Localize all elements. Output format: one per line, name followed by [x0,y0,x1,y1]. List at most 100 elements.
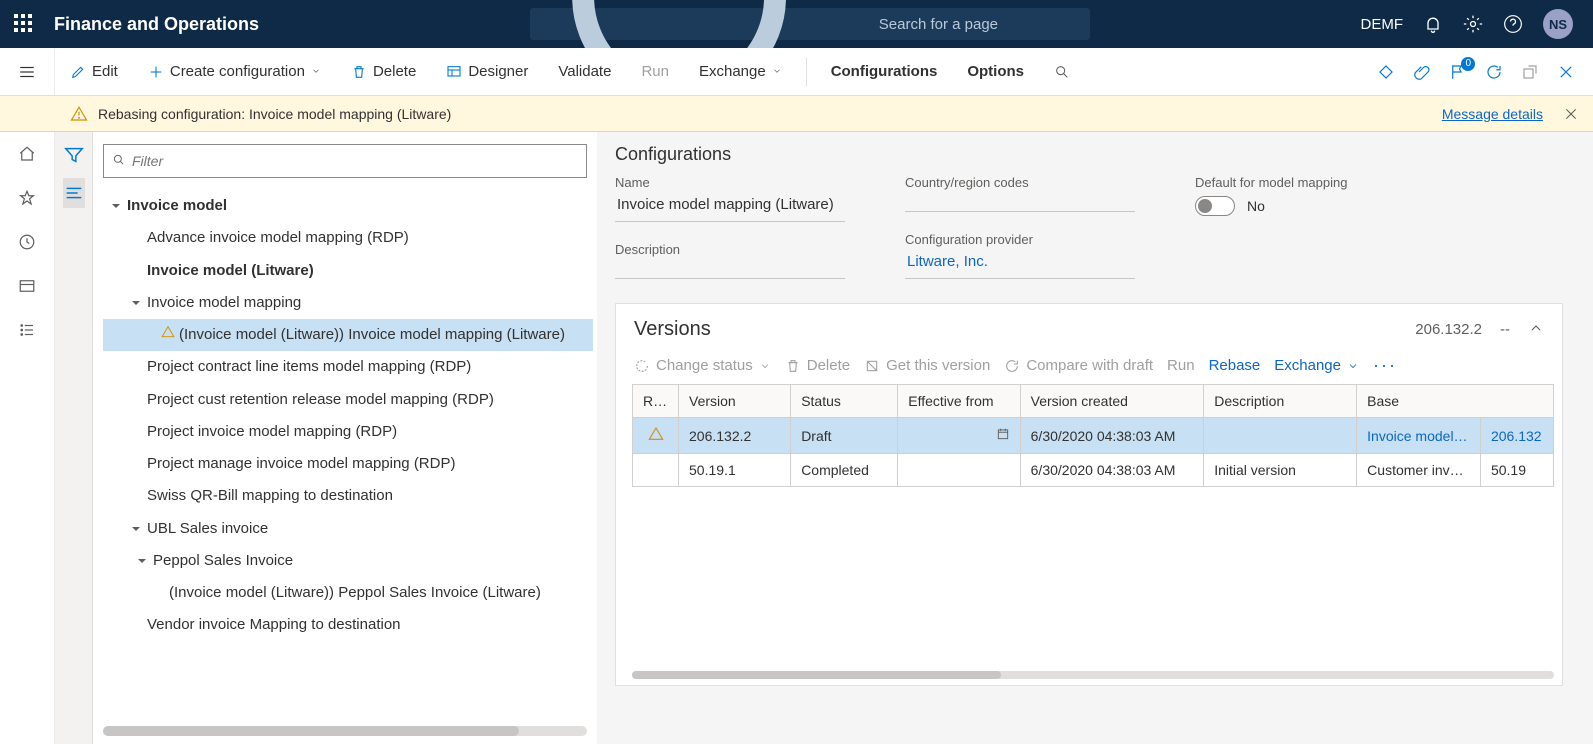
tree-node[interactable]: Project cust retention release model map… [103,384,593,416]
description-value[interactable] [615,257,845,279]
company-code[interactable]: DEMF [1360,16,1403,33]
app-header: Finance and Operations DEMF NS [0,0,1593,48]
rebase-label: Rebase [1209,357,1261,374]
refresh-icon[interactable] [1485,63,1503,81]
tree-label: (Invoice model (Litware)) Invoice model … [179,319,565,351]
close-page-icon[interactable] [1557,63,1575,81]
tree-node-ubl[interactable]: UBL Sales invoice [103,513,593,545]
cell-base-num[interactable]: 206.132 [1480,418,1553,454]
tree-node[interactable]: Invoice model (Litware) [103,255,593,287]
provider-value[interactable]: Litware, Inc. [905,247,1135,279]
paperclip-icon[interactable] [1413,63,1431,81]
gear-icon[interactable] [1463,14,1483,34]
nav-hamburger[interactable] [0,48,55,96]
tree-label: Peppol Sales Invoice [153,545,293,577]
tree-node-invoice-model-mapping[interactable]: Invoice model mapping [103,287,593,319]
tree-horizontal-scrollbar[interactable] [103,726,587,736]
col-r[interactable]: R… [633,385,679,418]
tree-label: Project manage invoice model mapping (RD… [147,448,455,480]
rebase-button[interactable]: Rebase [1209,357,1261,374]
compare-label: Compare with draft [1026,357,1153,374]
tree-node-invoice-model[interactable]: Invoice model [103,190,593,222]
recent-icon[interactable] [0,220,54,264]
search-input[interactable] [879,16,1078,33]
waffle-icon[interactable] [14,14,34,34]
cell-created: 6/30/2020 04:38:03 AM [1020,418,1204,454]
diamond-icon[interactable] [1377,63,1395,81]
cell-base: Customer inv… [1357,454,1481,487]
star-icon[interactable] [0,176,54,220]
row-warning-icon [633,418,679,454]
tree-node-peppol[interactable]: Peppol Sales Invoice [103,545,593,577]
configurations-tab[interactable]: Configurations [821,57,948,86]
row-warning-icon [633,454,679,487]
options-tab[interactable]: Options [957,57,1034,86]
versions-exchange-button[interactable]: Exchange [1274,357,1359,374]
col-base[interactable]: Base [1357,385,1554,418]
tree-lines-icon[interactable] [63,178,85,208]
tree-node[interactable]: Advance invoice model mapping (RDP) [103,222,593,254]
tree-node[interactable]: Project contract line items model mappin… [103,351,593,383]
designer-label: Designer [468,63,528,80]
versions-panel: Versions 206.132.2 -- Change status Dele… [615,303,1563,686]
popout-icon[interactable] [1521,63,1539,81]
tree-pane: Invoice model Advance invoice model mapp… [55,132,597,744]
bell-icon[interactable] [1423,14,1443,34]
validate-button[interactable]: Validate [548,57,621,86]
col-effective[interactable]: Effective from [898,385,1020,418]
edit-label: Edit [92,63,118,80]
col-description[interactable]: Description [1204,385,1357,418]
warning-icon [161,319,175,351]
run-button: Run [631,57,679,86]
help-icon[interactable] [1503,14,1523,34]
tree-node[interactable]: Project manage invoice model mapping (RD… [103,448,593,480]
table-row[interactable]: 50.19.1 Completed 6/30/2020 04:38:03 AM … [633,454,1554,487]
message-details-link[interactable]: Message details [1442,106,1543,122]
flag-icon[interactable]: 0 [1449,63,1467,81]
filter-input[interactable] [132,153,578,169]
caret-down-icon [129,523,143,535]
create-configuration-button[interactable]: Create configuration [138,57,331,86]
table-horizontal-scrollbar[interactable] [632,671,1554,679]
workspaces-icon[interactable] [0,264,54,308]
user-avatar[interactable]: NS [1543,9,1573,39]
funnel-icon[interactable] [63,140,85,170]
versions-title: Versions [634,318,711,341]
table-row[interactable]: 206.132.2 Draft 6/30/2020 04:38:03 AM In… [633,418,1554,454]
tree-label: Invoice model mapping [147,287,301,319]
chevron-up-icon[interactable] [1528,320,1544,340]
user-initials: NS [1549,17,1567,32]
tree-node[interactable]: Project invoice model mapping (RDP) [103,416,593,448]
default-mapping-toggle[interactable] [1195,196,1235,216]
designer-button[interactable]: Designer [436,57,538,86]
global-search[interactable] [530,8,1090,40]
filter-input-wrapper[interactable] [103,144,587,178]
col-version[interactable]: Version [679,385,791,418]
modules-icon[interactable] [0,308,54,352]
warning-icon [70,105,88,123]
tree-label: UBL Sales invoice [147,513,268,545]
cell-effective[interactable] [898,418,1020,454]
col-status[interactable]: Status [791,385,898,418]
delete-button[interactable]: Delete [341,57,426,86]
tree-node[interactable]: (Invoice model (Litware)) Peppol Sales I… [103,577,593,609]
exchange-button[interactable]: Exchange [689,57,792,86]
calendar-icon[interactable] [996,427,1010,444]
close-warning-icon[interactable] [1563,106,1579,122]
cell-base[interactable]: Invoice model… [1357,418,1481,454]
tree-node[interactable]: Vendor invoice Mapping to destination [103,609,593,641]
find-button[interactable] [1044,58,1080,86]
cell-effective[interactable] [898,454,1020,487]
tree-sidebar [55,132,93,744]
caret-down-icon [135,555,149,567]
col-created[interactable]: Version created [1020,385,1204,418]
country-value[interactable] [905,190,1135,212]
name-value[interactable]: Invoice model mapping (Litware) [615,190,845,222]
edit-button[interactable]: Edit [60,57,128,86]
tree-node-selected[interactable]: (Invoice model (Litware)) Invoice model … [103,319,593,351]
tree-node[interactable]: Swiss QR-Bill mapping to destination [103,480,593,512]
more-actions-icon[interactable]: ··· [1373,355,1397,376]
home-icon[interactable] [0,132,54,176]
separator [806,58,807,86]
command-bar: Edit Create configuration Delete Designe… [0,48,1593,96]
